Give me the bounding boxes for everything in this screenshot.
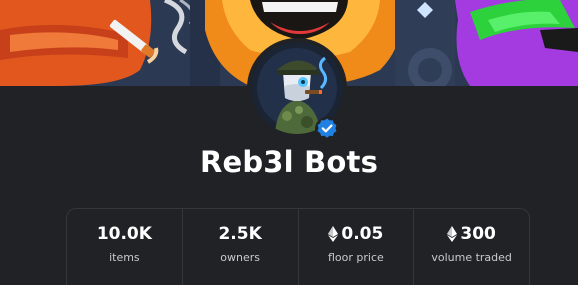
stat-items[interactable]: 10.0K items [67, 209, 183, 285]
stat-items-label: items [109, 251, 140, 264]
stat-owners[interactable]: 2.5K owners [183, 209, 299, 285]
stat-value: 2.5K [183, 224, 298, 244]
ethereum-icon [447, 226, 458, 242]
stat-floor-price-value: 0.05 [341, 224, 384, 244]
collection-stats: 10.0K items 2.5K owners 0.05 floor price [66, 208, 530, 285]
stat-items-value: 10.0K [96, 224, 152, 244]
collection-title: Reb3l Bots [199, 145, 379, 179]
stat-volume-traded[interactable]: 300 volume traded [414, 209, 529, 285]
stat-floor-price[interactable]: 0.05 floor price [299, 209, 415, 285]
stat-volume-traded-value: 300 [460, 224, 496, 244]
ethereum-icon [328, 226, 339, 242]
stat-value: 300 [414, 224, 529, 244]
verified-badge-icon [314, 116, 340, 142]
stat-volume-traded-label: volume traded [431, 251, 512, 264]
stat-owners-label: owners [220, 251, 260, 264]
stat-floor-price-label: floor price [327, 251, 384, 264]
stat-owners-value: 2.5K [218, 224, 262, 244]
stat-value: 10.0K [67, 224, 182, 244]
stat-value: 0.05 [299, 224, 414, 244]
